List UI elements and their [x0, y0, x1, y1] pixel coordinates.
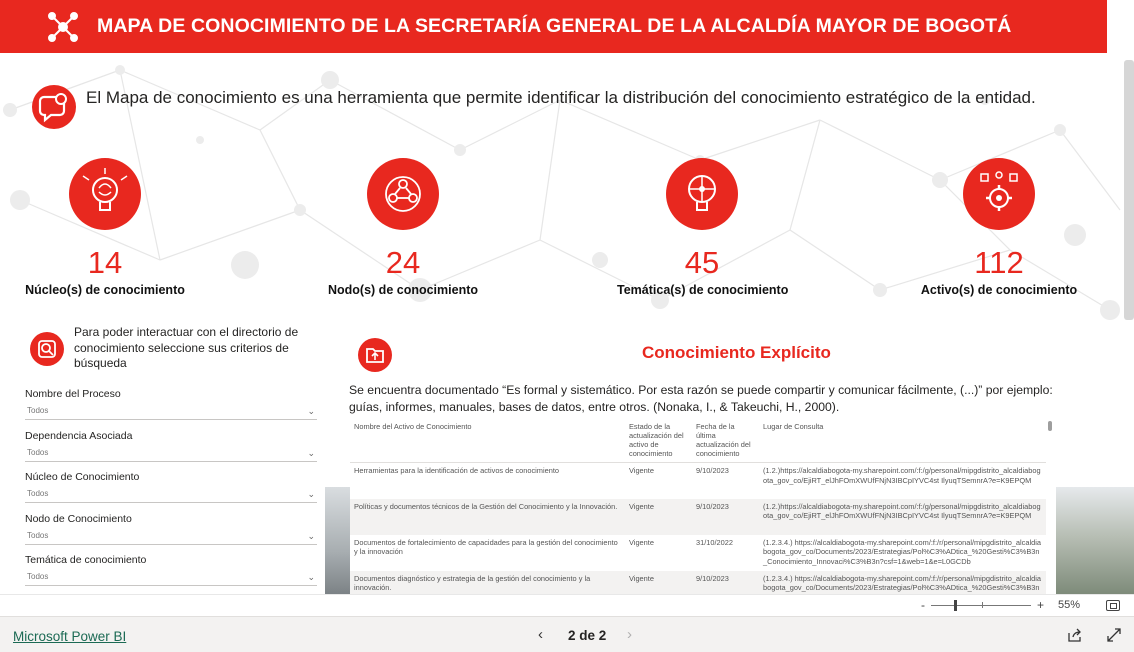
zoom-out-button[interactable]: - [921, 598, 925, 612]
stat-activos-label: Activo(s) de conocimiento [920, 283, 1078, 297]
zoom-in-button[interactable]: + [1037, 598, 1044, 612]
chat-bubble-icon [32, 85, 76, 129]
explicit-knowledge-description: Se encuentra documentado “Es formal y si… [349, 383, 1053, 414]
network-icon [48, 12, 78, 42]
fit-to-page-icon[interactable] [1106, 600, 1120, 611]
table-cell: Vigente [625, 498, 692, 535]
filter-nodo: Nodo de Conocimiento Todos ⌄ [25, 513, 317, 545]
gear-ideas-icon [963, 158, 1035, 230]
table-cell-link[interactable]: (1.2.)https://alcaldiabogota-my.sharepoi… [759, 463, 1046, 499]
city-photo-strip-middle [322, 487, 350, 594]
stat-nodos: 24 Nodo(s) de conocimiento [318, 158, 488, 297]
chevron-down-icon: ⌄ [307, 448, 315, 458]
table-cell-link[interactable]: (1.2.3.4.) https://alcaldiabogota-my.sha… [759, 570, 1046, 594]
stat-tematicas-value: 45 [684, 245, 720, 280]
table-cell: 9/10/2023 [696, 466, 729, 475]
filter-value: Todos [27, 406, 49, 415]
filter-value: Todos [27, 531, 49, 540]
table-cell: Documentos de fortalecimiento de capacid… [354, 537, 618, 557]
zoom-slider-track[interactable] [931, 605, 1031, 606]
filter-value: Todos [27, 489, 49, 498]
column-header[interactable]: Estado de la actualización del activo de… [625, 418, 692, 463]
filter-label: Núcleo de Conocimiento [25, 471, 140, 483]
chevron-down-icon: ⌄ [307, 572, 315, 582]
table-cell-link[interactable]: (1.2.)https://alcaldiabogota-my.sharepoi… [759, 498, 1046, 535]
column-header[interactable]: Fecha de la última actualización del con… [692, 418, 759, 463]
table-cell: 31/10/2022 [696, 537, 733, 547]
table-row[interactable]: Documentos de fortalecimiento de capacid… [350, 535, 1046, 571]
table-cell: Herramientas para la identificación de a… [354, 466, 559, 475]
table-cell: 9/10/2023 [692, 498, 759, 535]
stat-activos-value: 112 [974, 245, 1024, 280]
fullscreen-icon[interactable] [1106, 627, 1122, 643]
intro-text: El Mapa de conocimiento es una herramien… [86, 88, 1036, 107]
stat-nucleos-value: 14 [87, 245, 123, 280]
column-header[interactable]: Lugar de Consulta [759, 418, 1046, 463]
zoom-slider-tick [982, 602, 983, 608]
table-cell-link[interactable]: (1.2.3.4.) https://alcaldiabogota-my.sha… [759, 535, 1046, 571]
stat-nucleos: 14 Núcleo(s) de conocimiento [20, 158, 190, 297]
filter-nombre-proceso: Nombre del Proceso Todos ⌄ [25, 388, 317, 420]
explicit-knowledge-title: Conocimiento Explícito [642, 343, 831, 362]
chevron-down-icon: ⌄ [307, 406, 315, 416]
filter-label: Temática de conocimiento [25, 554, 147, 566]
chevron-down-icon: ⌄ [307, 531, 315, 541]
knowledge-assets-table: Nombre del Activo de Conocimiento Estado… [350, 418, 1056, 594]
report-header: MAPA DE CONOCIMIENTO DE LA SECRETARÍA GE… [0, 0, 1107, 53]
filter-dropdown-nodo[interactable]: Todos ⌄ [25, 530, 317, 545]
filter-value: Todos [27, 572, 49, 581]
share-icon[interactable] [1067, 627, 1083, 643]
filter-instructions: Para poder interactuar con el directorio… [74, 325, 299, 370]
page-indicator: 2 de 2 [568, 628, 607, 643]
table-cell: Vigente [629, 537, 654, 547]
filter-tematica: Temática de conocimiento Todos ⌄ [25, 554, 317, 586]
filter-nucleo: Núcleo de Conocimiento Todos ⌄ [25, 471, 317, 503]
filter-label: Dependencia Asociada [25, 430, 133, 442]
filter-dropdown-dependencia[interactable]: Todos ⌄ [25, 447, 317, 462]
filter-value: Todos [27, 448, 49, 457]
folder-upload-icon [358, 338, 392, 372]
page-scrollbar[interactable] [1124, 60, 1134, 320]
power-bi-link[interactable]: Microsoft Power BI [13, 629, 126, 644]
puzzle-bulb-icon [666, 158, 738, 230]
stat-tematicas-label: Temática(s) de conocimiento [617, 283, 789, 297]
table-cell: Políticas y documentos técnicos de la Ge… [350, 498, 625, 535]
previous-page-button[interactable]: ‹ [538, 626, 543, 643]
brain-bulb-icon [69, 158, 141, 230]
stat-nucleos-label: Núcleo(s) de conocimiento [25, 283, 185, 297]
next-page-button[interactable]: › [627, 626, 632, 643]
report-canvas: MAPA DE CONOCIMIENTO DE LA SECRETARÍA GE… [0, 0, 1134, 594]
stat-activos: 112 Activo(s) de conocimiento [916, 158, 1082, 297]
table-cell: Documentos diagnóstico y estrategia de l… [350, 570, 625, 594]
stat-nodos-label: Nodo(s) de conocimiento [328, 283, 478, 297]
stat-tematicas: 45 Temática(s) de conocimiento [617, 158, 789, 297]
table-row[interactable]: Políticas y documentos técnicos de la Ge… [350, 498, 1046, 535]
search-icon [30, 332, 64, 366]
table-row[interactable]: Documentos diagnóstico y estrategia de l… [350, 570, 1046, 594]
filter-label: Nodo de Conocimiento [25, 513, 132, 525]
table-header-row: Nombre del Activo de Conocimiento Estado… [350, 418, 1046, 463]
zoom-bar: - + 55% [0, 594, 1134, 616]
filter-label: Nombre del Proceso [25, 388, 121, 400]
people-network-icon [367, 158, 439, 230]
zoom-level: 55% [1058, 599, 1081, 611]
zoom-slider-handle[interactable] [954, 600, 957, 611]
report-title: MAPA DE CONOCIMIENTO DE LA SECRETARÍA GE… [97, 15, 1012, 37]
filter-dropdown-nucleo[interactable]: Todos ⌄ [25, 488, 317, 503]
table-row[interactable]: Herramientas para la identificación de a… [350, 463, 1046, 499]
stat-nodos-value: 24 [385, 245, 421, 280]
table-cell: Vigente [625, 570, 692, 594]
chevron-down-icon: ⌄ [307, 489, 315, 499]
filter-dependencia: Dependencia Asociada Todos ⌄ [25, 430, 317, 462]
table-cell: 9/10/2023 [692, 570, 759, 594]
filter-dropdown-tematica[interactable]: Todos ⌄ [25, 571, 317, 586]
city-photo-strip-right [1056, 487, 1134, 594]
filter-dropdown-nombre-proceso[interactable]: Todos ⌄ [25, 405, 317, 420]
table-scrollbar[interactable] [1048, 421, 1052, 431]
column-header[interactable]: Nombre del Activo de Conocimiento [350, 418, 625, 463]
table-cell: Vigente [629, 466, 654, 475]
footer-bar: Microsoft Power BI ‹ 2 de 2 › [0, 616, 1134, 652]
